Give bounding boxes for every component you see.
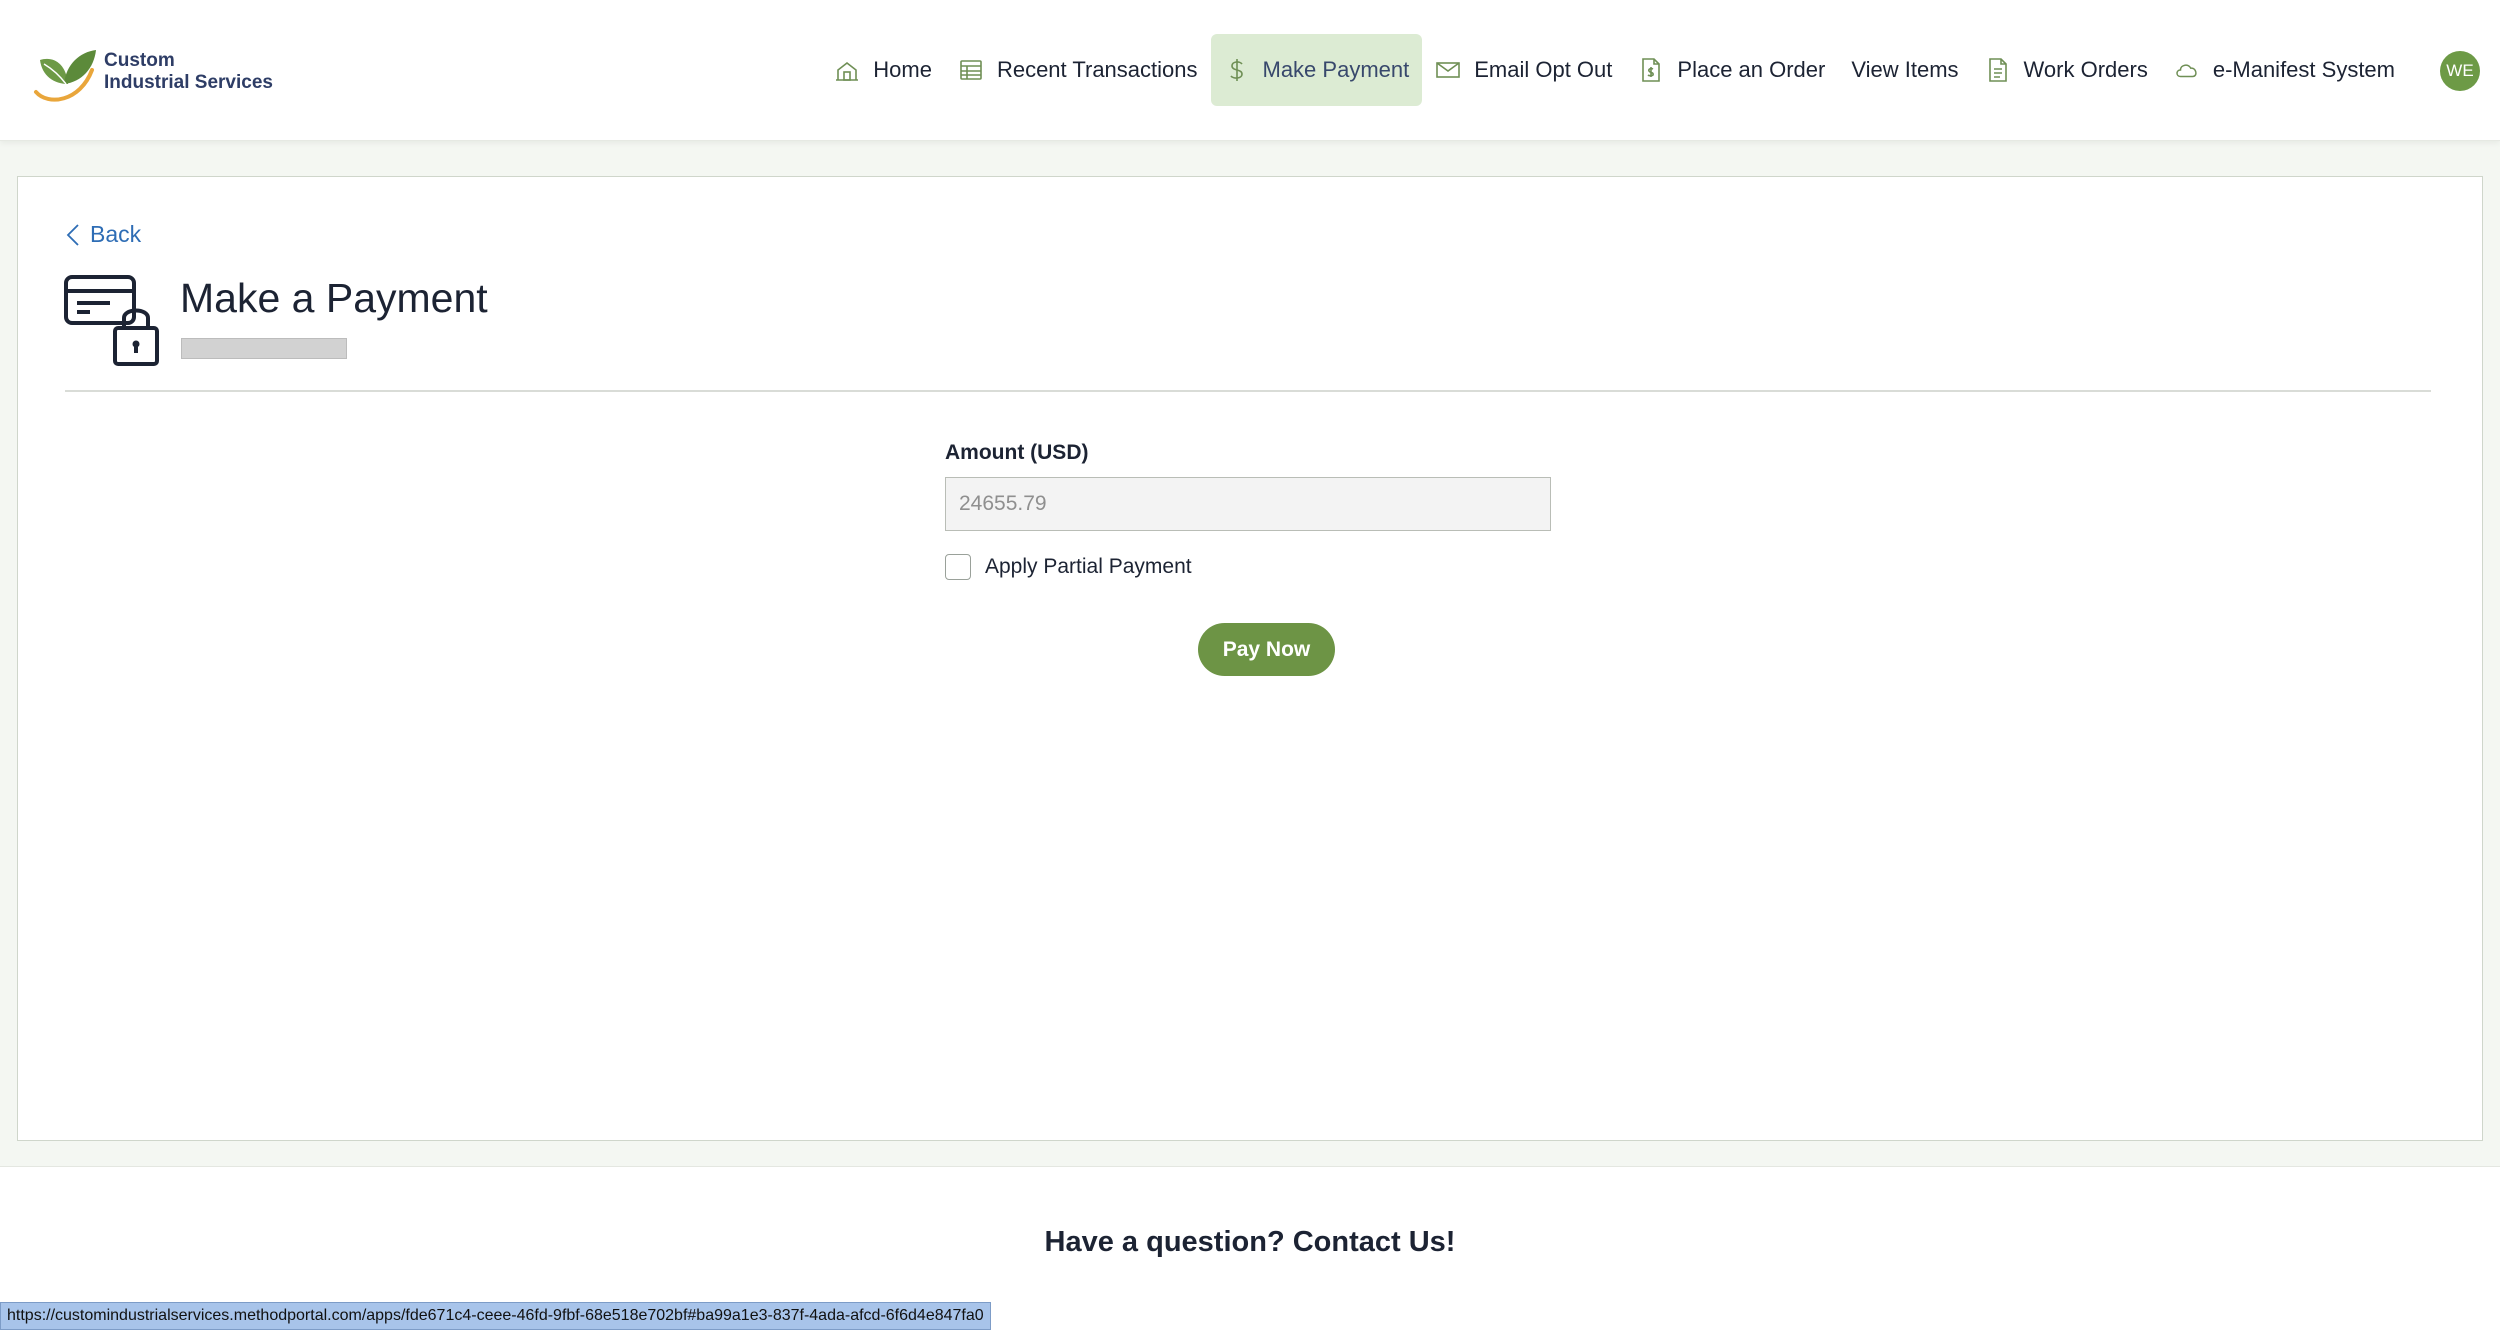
nav-item-view-items[interactable]: View Items — [1838, 34, 1971, 106]
nav-item-recent-transactions[interactable]: Recent Transactions — [945, 34, 1211, 106]
brand-line-1: Custom — [104, 50, 175, 71]
partial-payment-checkbox[interactable] — [945, 554, 971, 580]
amount-input[interactable] — [945, 477, 1551, 531]
payment-card: Back Make a Payment Amount (USD) Apply P… — [17, 176, 2483, 1141]
redacted-account-bar — [181, 338, 347, 359]
cloud-icon — [2174, 57, 2200, 83]
back-link[interactable]: Back — [66, 221, 141, 248]
nav-label-view-items: View Items — [1851, 57, 1959, 82]
brand-name: Custom Industrial Services — [104, 50, 273, 94]
nav-item-home[interactable]: Home — [821, 34, 945, 106]
chevron-left-icon — [66, 223, 79, 246]
back-label: Back — [90, 221, 142, 247]
nav-label-email-opt-out: Email Opt Out — [1474, 57, 1613, 82]
nav-label-home: Home — [873, 57, 932, 82]
pay-now-button[interactable]: Pay Now — [1198, 623, 1335, 676]
nav-label-e-manifest-system: e-Manifest System — [2212, 57, 2395, 82]
brand-line-2: Industrial Services — [104, 72, 273, 93]
main-nav: Home Recent Transactions Make Payment Em… — [821, 34, 2408, 106]
mail-icon — [1435, 57, 1461, 83]
title-divider — [65, 390, 2431, 392]
table-icon — [958, 57, 984, 83]
amount-label: Amount (USD) — [945, 441, 1089, 464]
dollar-icon — [1224, 57, 1250, 83]
nav-label-recent-transactions: Recent Transactions — [996, 57, 1198, 82]
user-avatar[interactable]: WE — [2440, 51, 2480, 91]
nav-item-e-manifest-system[interactable]: e-Manifest System — [2161, 34, 2408, 106]
card-lock-icon — [64, 275, 159, 366]
top-header: Custom Industrial Services Home Recent T… — [0, 0, 2500, 141]
nav-label-place-an-order: Place an Order — [1677, 57, 1826, 82]
nav-item-place-an-order[interactable]: Place an Order — [1625, 34, 1838, 106]
document-icon — [1985, 57, 2011, 83]
nav-item-email-opt-out[interactable]: Email Opt Out — [1422, 34, 1625, 106]
home-icon — [834, 57, 860, 83]
nav-label-make-payment: Make Payment — [1262, 57, 1410, 82]
status-bar-url: https://customindustrialservices.methodp… — [0, 1302, 991, 1330]
nav-label-work-orders: Work Orders — [2023, 57, 2148, 82]
payment-form: Amount (USD) Apply Partial Payment — [945, 441, 1555, 580]
contact-heading: Have a question? Contact Us! — [1044, 1226, 1456, 1258]
leaf-logo-icon — [34, 50, 96, 102]
brand-logo[interactable]: Custom Industrial Services — [30, 40, 273, 104]
nav-item-make-payment[interactable]: Make Payment — [1210, 34, 1423, 106]
partial-payment-label: Apply Partial Payment — [985, 555, 1192, 578]
page-title: Make a Payment — [180, 275, 488, 321]
nav-item-work-orders[interactable]: Work Orders — [1972, 34, 2161, 106]
partial-payment-row: Apply Partial Payment — [945, 554, 1555, 580]
order-document-icon — [1638, 57, 1664, 83]
